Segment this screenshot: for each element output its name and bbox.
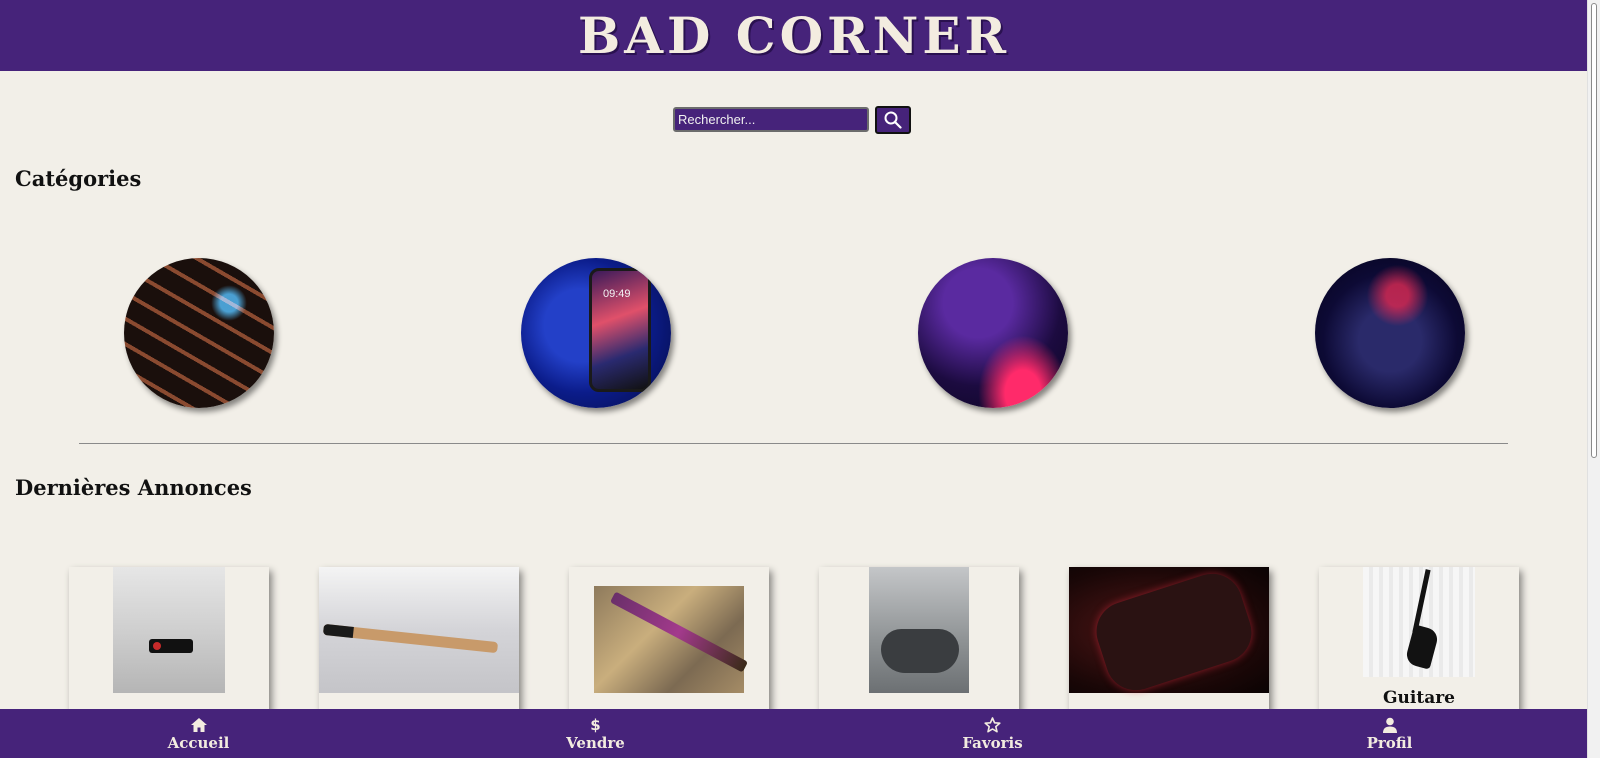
ad-card-guitar[interactable]: Guitare [1319,567,1519,717]
page-scrollbar[interactable] [1587,0,1600,758]
pen-image [319,567,519,693]
star-icon [984,717,1001,734]
page: BAD CORNER Catégories 09:49 Dernières An… [0,0,1588,758]
home-icon [190,717,208,734]
nav-label: Accueil [167,733,230,752]
ad-card-ps-controller[interactable] [1069,567,1269,717]
search-input[interactable] [673,107,869,132]
nav-item-favoris[interactable]: Favoris [794,709,1191,758]
guitar-image [1363,567,1475,677]
bottom-nav: Accueil $ Vendre Favoris Profil [0,709,1588,758]
phone-time: 09:49 [603,288,631,300]
category-dj-mixer[interactable] [918,258,1068,408]
categories-heading: Catégories [15,166,142,191]
nav-item-profil[interactable]: Profil [1191,709,1588,758]
nav-label: Profil [1366,733,1413,752]
category-gamepad[interactable] [1315,258,1465,408]
dollar-icon: $ [590,715,601,734]
nav-item-accueil[interactable]: Accueil [0,709,397,758]
site-logo[interactable]: BAD CORNER [578,6,1010,65]
usb-stick-image [113,567,225,693]
category-keyboard[interactable] [124,258,274,408]
ad-title: Guitare [1383,688,1455,708]
category-smartphone[interactable]: 09:49 [521,258,671,408]
xbox-controller-image [869,567,969,693]
smartphone-image [589,268,651,392]
search-bar [673,106,911,134]
ad-card-xbox-controller[interactable] [819,567,1019,717]
ad-card-pen[interactable] [319,567,519,717]
ad-card-usb-stick[interactable] [69,567,269,717]
search-button[interactable] [875,106,911,134]
nav-item-vendre[interactable]: $ Vendre [397,709,794,758]
section-divider [79,443,1508,444]
ps-controller-image [1069,567,1269,698]
nav-label: Favoris [962,733,1023,752]
nav-label: Vendre [566,733,625,752]
stick-image [594,586,749,693]
scrollbar-thumb[interactable] [1591,3,1597,458]
search-icon [884,111,902,129]
latest-ads-heading: Dernières Annonces [15,475,252,500]
top-header: BAD CORNER [0,0,1588,71]
user-icon [1382,717,1398,734]
ad-card-stick[interactable] [569,567,769,717]
